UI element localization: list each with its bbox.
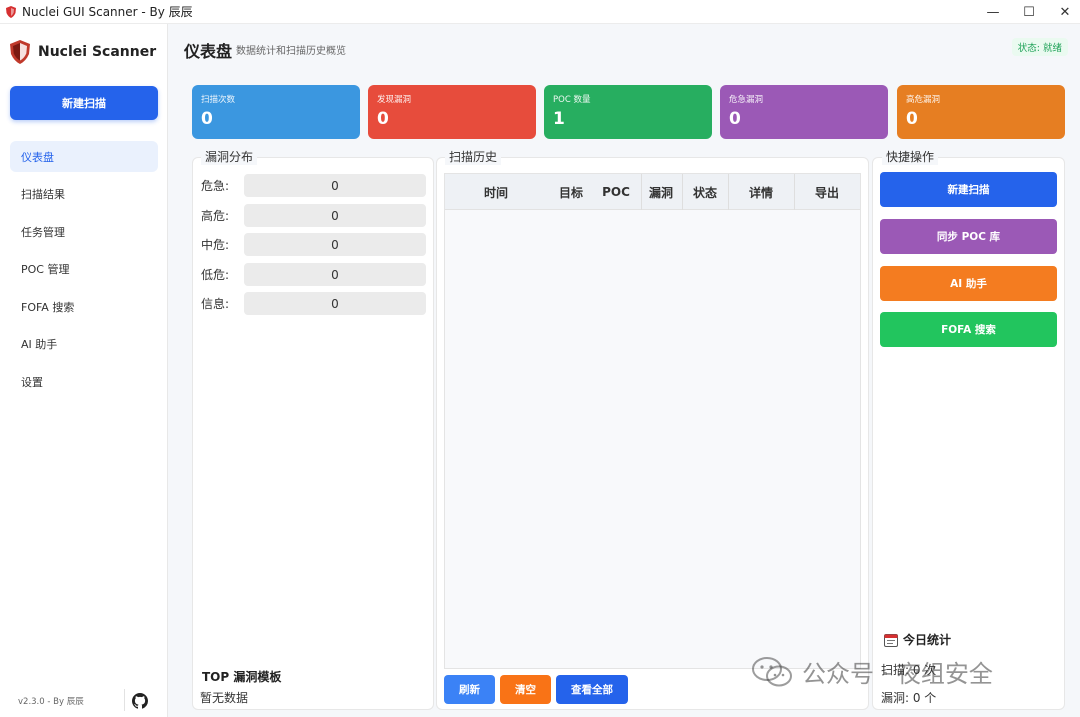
stat-label: 扫描次数: [201, 95, 236, 105]
stat-card-critical: 危急漏洞 0: [720, 85, 888, 139]
sidebar-item-dashboard[interactable]: 仪表盘: [10, 141, 158, 172]
maximize-button[interactable]: ☐: [1011, 0, 1047, 24]
github-icon[interactable]: [132, 693, 148, 709]
sidebar: Nuclei Scanner 新建扫描 仪表盘 扫描结果 任务管理 POC 管理…: [0, 24, 168, 717]
dist-row-critical: 危急: 0: [201, 174, 426, 197]
quick-ai-assistant-button[interactable]: AI 助手: [880, 266, 1057, 301]
version-label: v2.3.0 - By 辰辰: [18, 697, 84, 707]
minimize-button[interactable]: —: [975, 0, 1011, 24]
dist-value: 0: [244, 233, 426, 256]
clear-button[interactable]: 清空: [500, 675, 551, 704]
top-templates-empty: 暂无数据: [200, 691, 249, 705]
dist-label: 中危:: [201, 238, 230, 252]
watermark-text: 公众号 · 夜组安全: [802, 660, 993, 688]
table-header: 时间 目标 POC 漏洞 状态 详情 导出: [445, 174, 860, 210]
stat-value: 0: [906, 109, 918, 129]
shield-logo-icon: [10, 40, 30, 64]
stat-value: 1: [553, 109, 565, 129]
dist-label: 危急:: [201, 179, 230, 193]
stat-value: 0: [729, 109, 741, 129]
watermark: 公众号 · 夜组安全: [752, 654, 993, 689]
sidebar-item-scan-results[interactable]: 扫描结果: [10, 179, 158, 210]
sidebar-nav: 仪表盘 扫描结果 任务管理 POC 管理 FOFA 搜索 AI 助手 设置: [10, 141, 158, 404]
stat-card-poc-count: POC 数量 1: [544, 85, 712, 139]
distribution-panel: 危急: 0 高危: 0 中危: 0 低危: 0 信息: 0: [192, 157, 434, 710]
col-status[interactable]: 状态: [682, 174, 728, 210]
dist-label: 信息:: [201, 297, 230, 311]
stat-value: 0: [377, 109, 389, 129]
window-title: Nuclei GUI Scanner - By 辰辰: [22, 5, 193, 19]
col-export[interactable]: 导出: [794, 174, 860, 210]
dist-label: 低危:: [201, 268, 230, 282]
today-stats-label: 今日统计: [903, 633, 952, 647]
col-vulns[interactable]: 漏洞: [641, 174, 681, 210]
sidebar-item-settings[interactable]: 设置: [10, 366, 158, 397]
dist-value: 0: [244, 174, 426, 197]
stat-label: 发现漏洞: [377, 95, 412, 105]
dist-row-high: 高危: 0: [201, 204, 426, 227]
refresh-button[interactable]: 刷新: [444, 675, 495, 704]
dist-value: 0: [244, 292, 426, 315]
col-target[interactable]: 目标: [547, 174, 595, 210]
today-stats-title: 今日统计: [884, 631, 951, 648]
sidebar-item-ai[interactable]: AI 助手: [10, 329, 158, 360]
distribution-title: 漏洞分布: [201, 148, 258, 165]
stat-card-scans: 扫描次数 0: [192, 85, 360, 139]
sidebar-item-tasks[interactable]: 任务管理: [10, 216, 158, 247]
stat-value: 0: [201, 109, 213, 129]
quick-fofa-search-button[interactable]: FOFA 搜索: [880, 312, 1057, 347]
status-badge: 状态: 就绪: [1011, 38, 1068, 56]
dist-label: 高危:: [201, 209, 230, 223]
stat-card-found-vulns: 发现漏洞 0: [368, 85, 536, 139]
brand-name: Nuclei Scanner: [38, 44, 157, 60]
top-templates-title: TOP 漏洞模板: [202, 670, 282, 684]
stat-label: 危急漏洞: [729, 95, 764, 105]
col-details[interactable]: 详情: [728, 174, 794, 210]
col-time[interactable]: 时间: [445, 174, 547, 210]
sidebar-item-fofa[interactable]: FOFA 搜索: [10, 291, 158, 322]
close-button[interactable]: ✕: [1047, 0, 1080, 24]
col-poc[interactable]: POC: [595, 174, 637, 210]
calendar-icon: [884, 633, 898, 647]
stat-card-high: 高危漏洞 0: [897, 85, 1065, 139]
shield-app-icon: [6, 5, 16, 18]
stat-label: POC 数量: [553, 95, 591, 105]
page-title: 仪表盘: [184, 42, 233, 61]
dist-value: 0: [244, 204, 426, 227]
quick-new-scan-button[interactable]: 新建扫描: [880, 172, 1057, 207]
wechat-icon: [752, 656, 792, 686]
dist-row-low: 低危: 0: [201, 263, 426, 286]
quick-actions-title: 快捷操作: [882, 148, 939, 165]
brand: Nuclei Scanner: [10, 40, 156, 64]
new-scan-button[interactable]: 新建扫描: [10, 86, 158, 120]
page-subtitle: 数据统计和扫描历史概览: [236, 46, 346, 57]
today-vulns: 漏洞: 0 个: [881, 691, 937, 705]
stat-label: 高危漏洞: [906, 95, 941, 105]
history-title: 扫描历史: [445, 148, 502, 165]
dist-row-info: 信息: 0: [201, 292, 426, 315]
quick-sync-poc-button[interactable]: 同步 POC 库: [880, 219, 1057, 254]
history-table: 时间 目标 POC 漏洞 状态 详情 导出: [444, 173, 861, 669]
title-bar: Nuclei GUI Scanner - By 辰辰 — ☐ ✕: [0, 0, 1080, 24]
divider: [124, 689, 125, 711]
sidebar-item-poc[interactable]: POC 管理: [10, 254, 158, 285]
view-all-button[interactable]: 查看全部: [556, 675, 628, 704]
dist-value: 0: [244, 263, 426, 286]
dist-row-medium: 中危: 0: [201, 233, 426, 256]
